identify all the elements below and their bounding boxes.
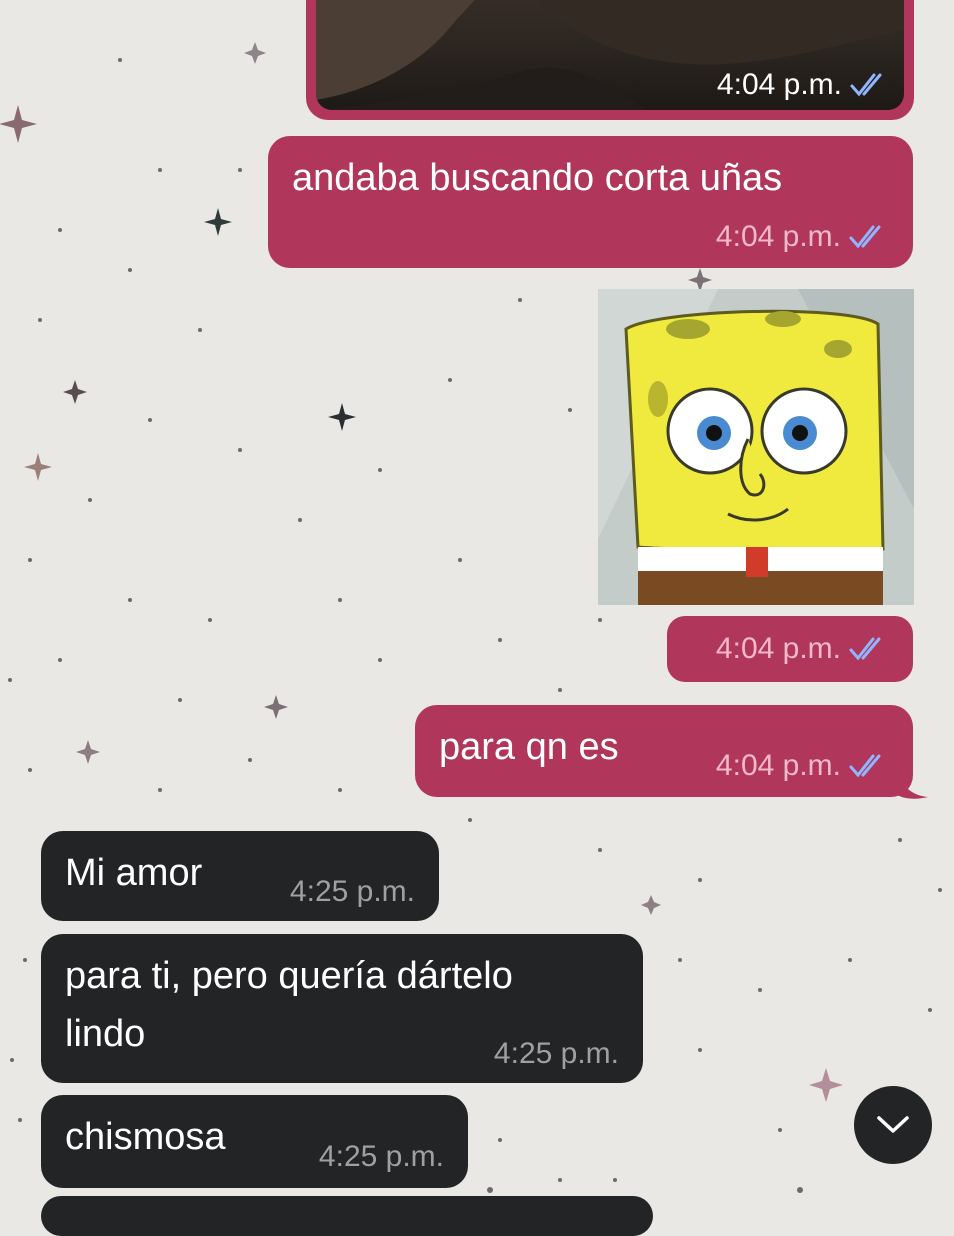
- star-decoration: [63, 380, 87, 404]
- message-text: andaba buscando corta uñas: [292, 157, 783, 199]
- message-time: 4:25 p.m.: [318, 1140, 444, 1173]
- spongebob-sticker[interactable]: [598, 289, 914, 605]
- message-time: 4:04 p.m.: [715, 749, 841, 782]
- star-decoration: [204, 208, 232, 236]
- message-meta: 4:04 p.m.: [716, 749, 889, 783]
- message-time: 4:04 p.m.: [715, 632, 841, 665]
- sticker-image: [598, 289, 914, 605]
- scroll-to-bottom-button[interactable]: [854, 1086, 932, 1164]
- photo-message-bubble[interactable]: 4:04 p.m.: [306, 0, 914, 120]
- message-text: chismosa: [65, 1116, 226, 1158]
- star-decoration: [24, 453, 52, 481]
- sticker-time-chip: 4:04 p.m.: [667, 616, 913, 682]
- message-meta: 4:25 p.m.: [319, 1140, 444, 1174]
- star-decoration: [76, 740, 100, 764]
- message-time: 4:04 p.m.: [716, 68, 842, 101]
- chevron-down-icon: [877, 1116, 909, 1133]
- message-meta: 4:25 p.m.: [290, 875, 415, 909]
- message-meta: 4:25 p.m.: [494, 1037, 619, 1071]
- read-receipt-icon: [850, 73, 882, 97]
- star-decoration: [641, 895, 661, 915]
- message-text-line-2: lindo: [65, 1013, 146, 1055]
- read-receipt-icon: [849, 754, 881, 778]
- read-receipt-icon: [849, 637, 881, 661]
- incoming-message-bubble[interactable]: chismosa 4:25 p.m.: [41, 1095, 468, 1188]
- message-text-line-1: para ti, pero quería dártelo: [65, 955, 513, 997]
- bubble-tail: [896, 770, 928, 799]
- message-time: 4:25 p.m.: [493, 1037, 619, 1070]
- star-decoration: [809, 1068, 843, 1102]
- message-text: para qn es: [439, 726, 619, 768]
- star-decoration: [244, 42, 266, 64]
- incoming-message-bubble[interactable]: Mi amor 4:25 p.m.: [41, 831, 439, 921]
- outgoing-message-bubble[interactable]: para qn es 4:04 p.m.: [415, 705, 913, 797]
- message-meta: 4:04 p.m.: [716, 220, 889, 254]
- message-meta: 4:04 p.m.: [716, 632, 889, 666]
- message-text: Mi amor: [65, 852, 203, 894]
- message-time: 4:04 p.m.: [715, 220, 841, 253]
- incoming-message-bubble-partial[interactable]: [41, 1196, 653, 1236]
- star-decoration: [0, 105, 37, 143]
- star-decoration: [328, 403, 356, 431]
- incoming-message-bubble[interactable]: para ti, pero quería dártelo lindo 4:25 …: [41, 934, 643, 1083]
- message-meta: 4:04 p.m.: [717, 68, 890, 102]
- read-receipt-icon: [849, 225, 881, 249]
- star-decoration: [264, 695, 288, 719]
- outgoing-message-bubble[interactable]: andaba buscando corta uñas 4:04 p.m.: [268, 136, 913, 268]
- message-time: 4:25 p.m.: [289, 875, 415, 908]
